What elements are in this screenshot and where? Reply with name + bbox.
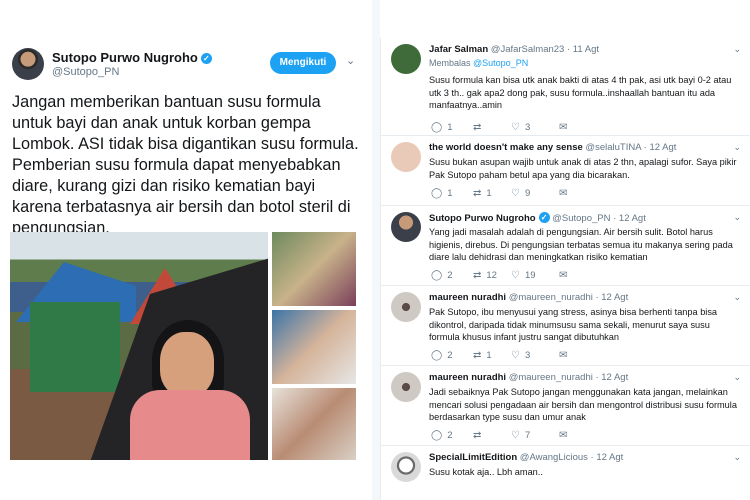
reply-text: Susu formula kan bisa utk anak bakti di … (429, 75, 732, 111)
reply-author[interactable]: maureen nuradhi @maureen_nuradhi · 12 Ag… (429, 292, 628, 303)
reply-author[interactable]: Sutopo Purwo Nugroho ✓ @Sutopo_PN · 12 Ag… (429, 212, 646, 224)
heart-icon: ♡ (511, 430, 520, 441)
heart-icon: ♡ (511, 270, 520, 281)
avatar[interactable] (391, 452, 421, 482)
like-action[interactable]: ♡ 3 (511, 122, 530, 133)
avatar[interactable] (12, 48, 44, 80)
person-body (130, 390, 250, 460)
reply-item[interactable]: SpecialLimitEdition @AwangLicious · 12 A… (381, 446, 750, 500)
like-action[interactable]: ♡ 7 (511, 430, 530, 441)
reply-text: Susu kotak aja.. Lbh aman.. (429, 467, 543, 477)
tweet-text: Jangan memberikan bantuan susu formula u… (12, 93, 359, 237)
chevron-down-icon[interactable]: ⌄ (346, 54, 355, 67)
panel-divider (372, 0, 380, 500)
reply-icon: ◯ (431, 430, 443, 441)
avatar[interactable] (391, 372, 421, 402)
retweet-action[interactable]: ⇄ 1 (473, 350, 492, 361)
chevron-down-icon[interactable]: ⌄ (733, 452, 741, 463)
heart-icon: ♡ (511, 350, 520, 361)
avatar[interactable] (391, 44, 421, 74)
reply-icon: ◯ (431, 270, 443, 281)
photo-main[interactable] (10, 232, 268, 460)
reply-item[interactable]: maureen nuradhi @maureen_nuradhi · 12 Ag… (381, 286, 750, 366)
heart-icon: ♡ (511, 188, 520, 199)
reply-item[interactable]: maureen nuradhi @maureen_nuradhi · 12 Ag… (381, 366, 750, 446)
author-name-text[interactable]: Sutopo Purwo Nugroho (52, 50, 198, 65)
retweet-action[interactable]: ⇄ (473, 430, 486, 441)
reply-item[interactable]: the world doesn't make any sense @selalu… (381, 136, 750, 206)
photo-thumb-1[interactable] (272, 232, 356, 306)
reply-icon: ◯ (431, 122, 443, 133)
retweet-icon: ⇄ (473, 430, 482, 441)
dm-action[interactable]: ✉ (559, 350, 572, 361)
avatar[interactable] (391, 212, 421, 242)
tweet-photos (10, 232, 356, 460)
retweet-icon: ⇄ (473, 188, 482, 199)
reply-author[interactable]: maureen nuradhi @maureen_nuradhi · 12 Ag… (429, 372, 628, 383)
reply-text: Pak Sutopo, ibu menyusui yang stress, as… (429, 307, 718, 343)
retweet-action[interactable]: ⇄ 1 (473, 188, 492, 199)
verified-badge-icon: ✓ (200, 53, 212, 64)
reply-text: Susu bukan asupan wajib untuk anak di at… (429, 157, 737, 180)
tent-shape (30, 302, 120, 392)
dm-action[interactable]: ✉ (559, 430, 572, 441)
retweet-action[interactable]: ⇄ 12 (473, 270, 497, 281)
retweet-icon: ⇄ (473, 270, 482, 281)
reply-item[interactable]: Sutopo Purwo Nugroho ✓ @Sutopo_PN · 12 Ag… (381, 206, 750, 286)
author-handle[interactable]: @Sutopo_PN (52, 66, 119, 78)
reply-item[interactable]: Jafar Salman @JafarSalman23 · 11 Agt ⌄ M… (381, 38, 750, 136)
dm-action[interactable]: ✉ (559, 188, 572, 199)
reply-author[interactable]: Jafar Salman @JafarSalman23 · 11 Agt (429, 44, 599, 55)
like-action[interactable]: ♡ 3 (511, 350, 530, 361)
verified-badge-icon: ✓ (538, 212, 550, 223)
reply-icon: ◯ (431, 188, 443, 199)
reply-action[interactable]: ◯ 2 (431, 430, 453, 441)
envelope-icon: ✉ (559, 350, 568, 361)
chevron-down-icon[interactable]: ⌄ (733, 142, 741, 153)
chevron-down-icon[interactable]: ⌄ (733, 44, 741, 55)
envelope-icon: ✉ (559, 430, 568, 441)
photo-thumb-2[interactable] (272, 310, 356, 384)
retweet-action[interactable]: ⇄ (473, 122, 486, 133)
envelope-icon: ✉ (559, 122, 568, 133)
envelope-icon: ✉ (559, 270, 568, 281)
like-action[interactable]: ♡ 9 (511, 188, 530, 199)
retweet-icon: ⇄ (473, 122, 482, 133)
dm-action[interactable]: ✉ (559, 122, 572, 133)
reply-author[interactable]: the world doesn't make any sense @selalu… (429, 142, 676, 153)
like-action[interactable]: ♡ 19 (511, 270, 536, 281)
author-name[interactable]: Sutopo Purwo Nugroho ✓ (52, 50, 212, 65)
chevron-down-icon[interactable]: ⌄ (733, 292, 741, 303)
reply-icon: ◯ (431, 350, 443, 361)
heart-icon: ♡ (511, 122, 520, 133)
replying-to-link[interactable]: @Sutopo_PN (473, 58, 528, 68)
follow-button[interactable]: Mengikuti (270, 52, 336, 74)
retweet-icon: ⇄ (473, 350, 482, 361)
reply-text: Jadi sebaiknya Pak Sutopo jangan menggun… (429, 387, 737, 423)
reply-text: Yang jadi masalah adalah di pengungsian.… (429, 227, 733, 263)
reply-action[interactable]: ◯ 2 (431, 270, 453, 281)
photo-thumb-3[interactable] (272, 388, 356, 460)
avatar[interactable] (391, 142, 421, 172)
person-face (160, 332, 214, 396)
reply-action[interactable]: ◯ 2 (431, 350, 453, 361)
main-tweet-header: Sutopo Purwo Nugroho ✓ @Sutopo_PN Mengiku… (12, 48, 362, 88)
main-tweet-panel: Sutopo Purwo Nugroho ✓ @Sutopo_PN Mengiku… (0, 0, 372, 500)
chevron-down-icon[interactable]: ⌄ (733, 372, 741, 383)
replies-panel: Jafar Salman @JafarSalman23 · 11 Agt ⌄ M… (380, 38, 750, 500)
envelope-icon: ✉ (559, 188, 568, 199)
reply-author[interactable]: SpecialLimitEdition @AwangLicious · 12 A… (429, 452, 623, 463)
chevron-down-icon[interactable]: ⌄ (733, 212, 741, 223)
reply-action[interactable]: ◯ 1 (431, 122, 453, 133)
avatar[interactable] (391, 292, 421, 322)
dm-action[interactable]: ✉ (559, 270, 572, 281)
reply-action[interactable]: ◯ 1 (431, 188, 453, 199)
replying-to: Membalas @Sutopo_PN (429, 58, 529, 68)
